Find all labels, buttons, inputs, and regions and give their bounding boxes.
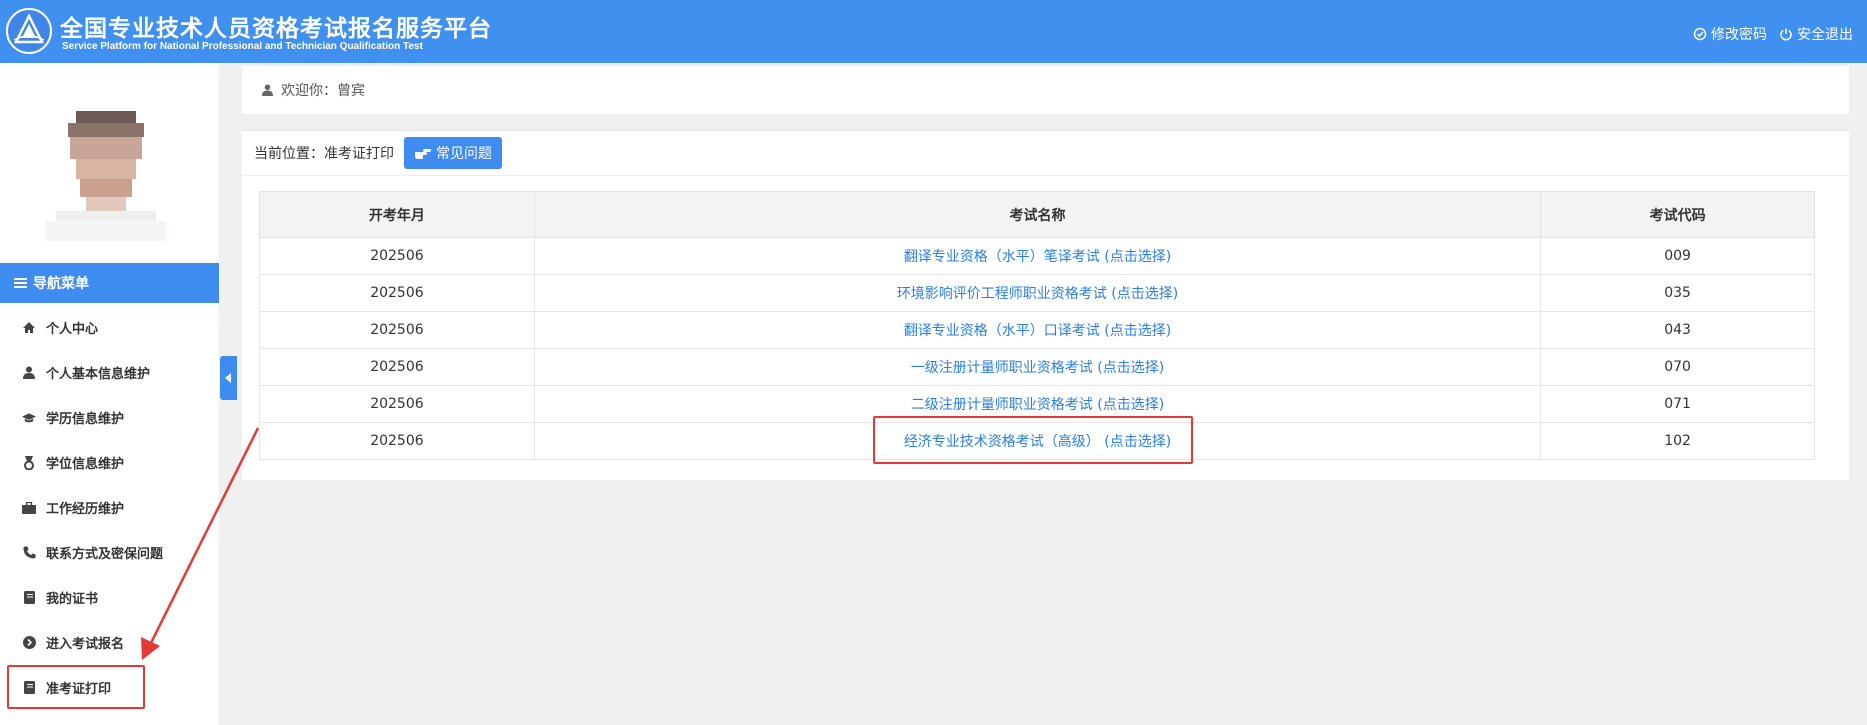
exam-code-cell: 035 [1540,274,1815,312]
welcome-bar: 欢迎你：曾宾 [242,66,1849,114]
table-row: 202506 翻译专业资格（水平）笔译考试 (点击选择) 009 [259,237,1815,275]
sidebar-item-label: 工作经历维护 [46,502,125,517]
home-icon [22,321,36,335]
exam-code-cell: 043 [1540,311,1815,349]
avatar [46,111,166,241]
site-title: 全国专业技术人员资格考试报名服务平台 [60,16,492,42]
exam-code-cell: 070 [1540,348,1815,386]
breadcrumb-text: 当前位置：准考证打印 [254,146,394,162]
exam-code-cell: 009 [1540,237,1815,275]
sidebar-item-personal-center[interactable]: 个人中心 [0,305,219,350]
edit-icon [1693,27,1707,41]
change-password-label: 修改密码 [1711,27,1767,43]
exam-name-link[interactable]: 翻译专业资格（水平）口译考试 (点击选择) [533,311,1542,349]
medal-icon [22,455,36,470]
change-password-link[interactable]: 修改密码 [1693,24,1767,44]
exam-name-link[interactable]: 翻译专业资格（水平）笔译考试 (点击选择) [533,237,1542,275]
faq-button-label: 常见问题 [436,146,492,162]
sidebar-item-exam-registration[interactable]: 进入考试报名 [0,620,219,665]
exam-date-cell: 202506 [259,237,535,275]
exam-code-cell: 102 [1540,422,1815,460]
menu-icon [14,278,27,288]
pointing-hand-icon [415,149,431,159]
phone-icon [22,546,36,560]
sidebar-item-education[interactable]: 学历信息维护 [0,395,219,440]
sidebar-item-contact-security[interactable]: 联系方式及密保问题 [0,530,219,575]
sidebar-item-label: 我的证书 [46,592,99,607]
annotation-highlight-nav [7,665,145,709]
sidebar-collapse-toggle[interactable] [220,356,237,400]
sidebar: 导航菜单 个人中心 个人基本信息维护 学历信息维护 学位信息维护 工作经历维护 … [0,63,219,725]
sidebar-item-label: 个人中心 [46,322,99,337]
exam-date-cell: 202506 [259,311,535,349]
nav-menu-header: 导航菜单 [0,263,219,303]
sidebar-item-label: 联系方式及密保问题 [46,547,164,562]
logo [6,8,52,54]
top-header: 全国专业技术人员资格考试报名服务平台 Service Platform for … [0,0,1867,63]
exam-code-cell: 071 [1540,385,1815,423]
book-icon [22,591,36,605]
logout-link[interactable]: 安全退出 [1779,24,1853,44]
sidebar-item-work-history[interactable]: 工作经历维护 [0,485,219,530]
sidebar-item-basic-info[interactable]: 个人基本信息维护 [0,350,219,395]
sidebar-item-label: 个人基本信息维护 [46,367,151,382]
table-row: 202506 翻译专业资格（水平）口译考试 (点击选择) 043 [259,311,1815,349]
column-header-exam-name: 考试名称 [533,191,1542,238]
annotation-highlight-exam [873,416,1193,464]
nav-menu-title: 导航菜单 [33,276,89,292]
table-row: 202506 环境影响评价工程师职业资格考试 (点击选择) 035 [259,274,1815,312]
briefcase-icon [22,501,36,515]
graduation-cap-icon [22,411,36,425]
welcome-text: 欢迎你：曾宾 [281,83,365,99]
column-header-exam-code: 考试代码 [1540,191,1815,238]
power-icon [1780,28,1792,41]
exam-name-link[interactable]: 一级注册计量师职业资格考试 (点击选择) [533,348,1542,386]
faq-button[interactable]: 常见问题 [404,137,502,169]
exam-date-cell: 202506 [259,348,535,386]
site-subtitle: Service Platform for National Profession… [62,41,423,52]
exam-date-cell: 202506 [259,385,535,423]
sidebar-item-my-certificates[interactable]: 我的证书 [0,575,219,620]
logout-label: 安全退出 [1797,27,1853,43]
user-icon [262,84,273,96]
table-row: 202506 一级注册计量师职业资格考试 (点击选择) 070 [259,348,1815,386]
exam-date-cell: 202506 [259,274,535,312]
sidebar-item-label: 学历信息维护 [46,412,125,427]
sidebar-item-label: 进入考试报名 [46,637,125,652]
breadcrumb: 当前位置：准考证打印 常见问题 [242,131,1849,176]
exam-name-link[interactable]: 环境影响评价工程师职业资格考试 (点击选择) [533,274,1542,312]
sidebar-item-label: 学位信息维护 [46,457,125,472]
arrow-circle-icon [22,636,36,650]
user-icon [22,366,36,380]
sidebar-item-degree[interactable]: 学位信息维护 [0,440,219,485]
exam-date-cell: 202506 [259,422,535,460]
column-header-exam-date: 开考年月 [259,191,535,238]
